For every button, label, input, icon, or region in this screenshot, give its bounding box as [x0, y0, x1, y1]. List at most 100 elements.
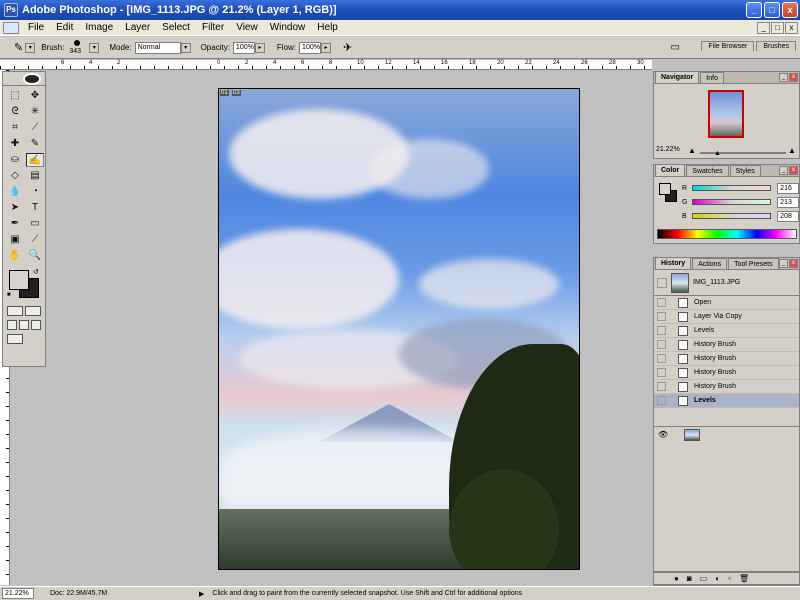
history-source-checkbox[interactable] — [657, 298, 666, 307]
mode-select[interactable]: Normal — [134, 41, 181, 54]
screen-mode-full-icon[interactable] — [31, 320, 41, 330]
menu-help[interactable]: Help — [311, 22, 344, 33]
history-state[interactable]: History Brush — [654, 380, 799, 394]
pen-tool-icon[interactable]: ✒ — [6, 217, 24, 231]
history-brush-tool-icon[interactable]: ✍ — [26, 153, 44, 167]
airbrush-icon[interactable]: ✈ — [343, 41, 352, 54]
menu-edit[interactable]: Edit — [50, 22, 79, 33]
color-foreground-swatch[interactable] — [659, 183, 671, 195]
eraser-tool-icon[interactable]: ◇ — [6, 169, 24, 183]
path-selection-tool-icon[interactable]: ➤ — [6, 201, 24, 215]
layer-mask-icon[interactable]: ◙ — [687, 574, 692, 583]
swap-colors-icon[interactable]: ↺ — [33, 268, 39, 276]
navigator-zoom-slider[interactable] — [700, 152, 786, 154]
tab-navigator[interactable]: Navigator — [655, 71, 700, 83]
delete-layer-icon[interactable]: 🗑 — [739, 574, 749, 583]
blue-slider[interactable] — [691, 213, 772, 219]
menu-window[interactable]: Window — [264, 22, 312, 33]
navigator-thumbnail[interactable] — [708, 90, 744, 138]
history-state[interactable]: History Brush — [654, 366, 799, 380]
history-state[interactable]: History Brush — [654, 352, 799, 366]
hand-tool-icon[interactable]: ✋ — [6, 249, 24, 263]
doc-minimize-button[interactable]: _ — [757, 21, 770, 34]
panel-minimize-button[interactable]: _ — [779, 73, 788, 82]
history-state[interactable]: Levels — [654, 324, 799, 338]
eye-logo-icon[interactable] — [23, 73, 41, 85]
history-source-checkbox[interactable] — [657, 368, 666, 377]
history-state[interactable]: History Brush — [654, 338, 799, 352]
history-source-checkbox[interactable] — [657, 340, 666, 349]
panel-close-button[interactable]: x — [789, 166, 798, 175]
navigator-zoom-value[interactable]: 21.22% — [656, 146, 680, 153]
document-canvas[interactable]: 01 03 — [218, 88, 580, 570]
status-menu-arrow-icon[interactable]: ▶ — [199, 590, 204, 598]
dodge-tool-icon[interactable]: ◔ — [26, 185, 44, 199]
mode-dropdown[interactable]: ▾ — [180, 42, 191, 53]
brush-preview[interactable]: 343 — [69, 39, 85, 57]
panel-close-button[interactable]: x — [789, 259, 798, 268]
brushes-tab[interactable]: Brushes — [756, 41, 796, 51]
menu-select[interactable]: Select — [156, 22, 196, 33]
tool-preset-dropdown[interactable]: ▾ — [25, 42, 36, 53]
panel-minimize-button[interactable]: _ — [779, 166, 788, 175]
close-button[interactable]: x — [782, 2, 798, 18]
slider-handle-icon[interactable]: ▲ — [714, 150, 721, 157]
doc-close-button[interactable]: x — [785, 21, 798, 34]
new-layer-icon[interactable]: ▫ — [728, 574, 731, 583]
document-icon[interactable] — [3, 21, 19, 34]
menu-filter[interactable]: Filter — [196, 22, 230, 33]
type-tool-icon[interactable]: T — [26, 201, 44, 215]
color-spectrum-bar[interactable] — [657, 229, 797, 239]
layer-set-icon[interactable]: ▭ — [700, 574, 708, 583]
lasso-tool-icon[interactable]: ᘓ — [6, 105, 24, 119]
blue-value-input[interactable]: 208 — [777, 210, 799, 222]
magic-wand-tool-icon[interactable]: ✳ — [26, 105, 44, 119]
gradient-tool-icon[interactable]: ▤ — [26, 169, 44, 183]
zoom-out-icon[interactable]: ▲ — [688, 146, 696, 155]
screen-mode-full-menu-icon[interactable] — [19, 320, 29, 330]
flow-input[interactable]: 100% — [299, 41, 322, 54]
tab-swatches[interactable]: Swatches — [686, 165, 729, 176]
screen-mode-standard-icon[interactable] — [7, 320, 17, 330]
quick-mask-mode-icon[interactable] — [25, 306, 41, 316]
brush-dropdown[interactable]: ▾ — [89, 42, 100, 53]
foreground-color[interactable] — [9, 270, 29, 290]
zoom-tool-icon[interactable]: 🔍 — [26, 249, 44, 263]
notes-tool-icon[interactable]: ▣ — [6, 233, 24, 247]
eyedropper-tool-icon[interactable]: ⟋ — [26, 233, 44, 247]
file-browser-tab[interactable]: File Browser — [701, 41, 755, 51]
history-snapshot[interactable]: IMG_1113.JPG — [654, 270, 799, 296]
maximize-button[interactable]: □ — [764, 2, 780, 18]
opacity-input[interactable]: 100% — [232, 41, 255, 54]
red-slider[interactable] — [691, 185, 772, 191]
flow-dropdown[interactable]: ▸ — [321, 42, 332, 53]
menu-layer[interactable]: Layer — [119, 22, 156, 33]
panel-close-button[interactable]: x — [789, 73, 798, 82]
opacity-dropdown[interactable]: ▸ — [254, 42, 265, 53]
marquee-tool-icon[interactable]: ⬚ — [6, 89, 24, 103]
clone-stamp-tool-icon[interactable]: ⛀ — [6, 153, 24, 167]
history-source-checkbox[interactable] — [657, 382, 666, 391]
history-state[interactable]: Open — [654, 296, 799, 310]
shape-tool-icon[interactable]: ▭ — [26, 217, 44, 231]
tab-tool-presets[interactable]: Tool Presets — [728, 258, 779, 269]
history-state-current[interactable]: Levels — [654, 394, 799, 408]
layer-row[interactable]: 👁 — [654, 426, 799, 442]
menu-view[interactable]: View — [230, 22, 264, 33]
history-source-checkbox[interactable] — [657, 354, 666, 363]
tab-styles[interactable]: Styles — [729, 165, 761, 176]
standard-mode-icon[interactable] — [7, 306, 23, 316]
slice-tool-icon[interactable]: ⟋ — [26, 121, 44, 135]
brush-tool-icon[interactable]: ✎ — [26, 137, 44, 151]
layer-style-icon[interactable]: ● — [674, 574, 679, 583]
status-zoom-input[interactable]: 21.22% — [2, 588, 34, 599]
crop-tool-icon[interactable]: ⌗ — [6, 121, 24, 135]
minimize-button[interactable]: _ — [746, 2, 762, 18]
blur-tool-icon[interactable]: 💧 — [6, 185, 24, 199]
tab-history[interactable]: History — [655, 257, 692, 269]
menu-image[interactable]: Image — [79, 22, 119, 33]
palette-well-icon[interactable]: ▭ — [671, 42, 680, 53]
history-state[interactable]: Layer Via Copy — [654, 310, 799, 324]
green-value-input[interactable]: 213 — [777, 196, 799, 208]
green-slider[interactable] — [691, 199, 772, 205]
